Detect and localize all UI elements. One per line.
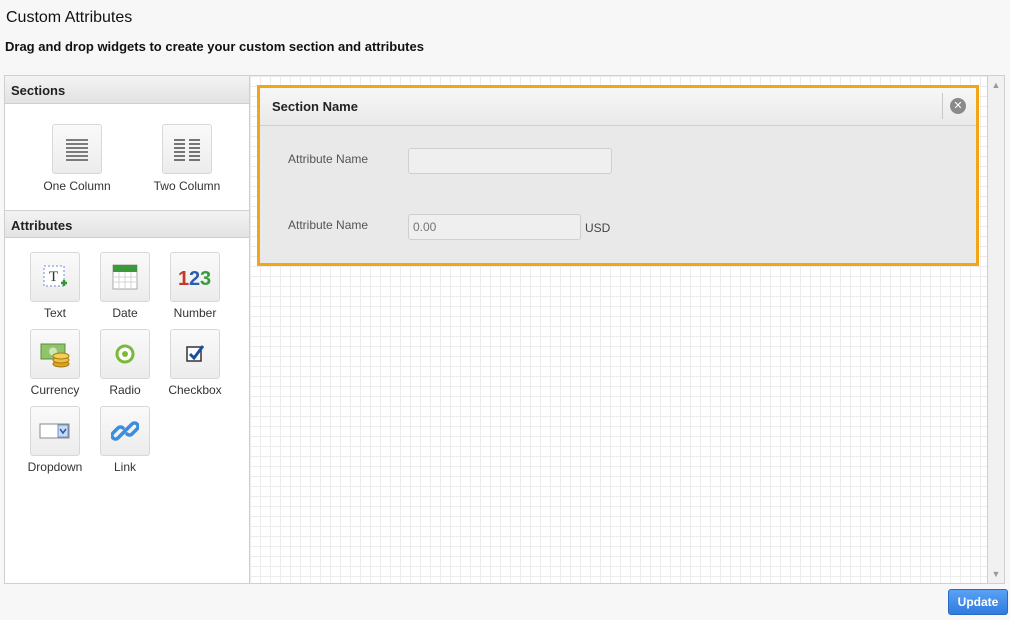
dropdown-widget[interactable]: Dropdown xyxy=(20,406,90,474)
attribute-text-input[interactable] xyxy=(408,148,612,174)
radio-widget[interactable]: Radio xyxy=(90,329,160,397)
currency-unit-label: USD xyxy=(585,221,611,235)
date-label: Date xyxy=(112,306,138,320)
sections-list: One Column Two Column xyxy=(5,104,249,210)
link-widget[interactable]: Link xyxy=(90,406,160,474)
one-column-label: One Column xyxy=(43,179,111,193)
currency-widget[interactable]: Currency xyxy=(20,329,90,397)
attributes-header: Attributes xyxy=(5,210,249,238)
two-column-icon xyxy=(162,124,212,174)
number-widget[interactable]: 1 2 3 Number xyxy=(160,252,230,320)
section-header: Section Name ✕ xyxy=(260,88,976,126)
one-column-widget[interactable]: One Column xyxy=(37,124,117,193)
calendar-icon xyxy=(100,252,150,302)
scroll-up-icon[interactable]: ▲ xyxy=(990,78,1002,92)
svg-text:2: 2 xyxy=(189,268,200,289)
svg-text:1: 1 xyxy=(178,268,189,289)
attribute-label: Attribute Name xyxy=(288,152,369,166)
two-column-widget[interactable]: Two Column xyxy=(147,124,227,193)
date-widget[interactable]: Date xyxy=(90,252,160,320)
page-title: Custom Attributes xyxy=(6,9,133,26)
attribute-label: Attribute Name xyxy=(288,218,369,232)
number-label: Number xyxy=(173,306,217,320)
scroll-down-icon[interactable]: ▼ xyxy=(990,567,1002,581)
dropdown-label: Dropdown xyxy=(27,460,83,474)
number-icon: 1 2 3 xyxy=(170,252,220,302)
widget-palette: Sections One Column Two Column Attribute… xyxy=(4,75,250,584)
link-icon xyxy=(100,406,150,456)
link-label: Link xyxy=(113,460,136,474)
section-name[interactable]: Section Name xyxy=(272,99,358,114)
svg-text:3: 3 xyxy=(200,268,211,289)
text-label: Text xyxy=(43,306,66,320)
page-subtitle: Drag and drop widgets to create your cus… xyxy=(5,39,424,54)
two-column-label: Two Column xyxy=(153,179,221,193)
update-button[interactable]: Update xyxy=(948,589,1008,615)
checkbox-label: Checkbox xyxy=(168,383,222,397)
text-widget[interactable]: T Text xyxy=(20,252,90,320)
attribute-currency-input[interactable] xyxy=(408,214,581,240)
sections-header: Sections xyxy=(5,76,249,104)
attributes-list: T Text Date 1 2 3 Number Currency Radio … xyxy=(5,238,249,488)
canvas-scrollbar[interactable]: ▲ ▼ xyxy=(987,75,1005,584)
one-column-icon xyxy=(52,124,102,174)
checkbox-icon xyxy=(170,329,220,379)
dropdown-icon xyxy=(30,406,80,456)
header-divider xyxy=(942,93,943,119)
radio-label: Radio xyxy=(109,383,141,397)
currency-label: Currency xyxy=(30,383,80,397)
close-icon[interactable]: ✕ xyxy=(950,98,966,114)
checkbox-widget[interactable]: Checkbox xyxy=(160,329,230,397)
radio-icon xyxy=(100,329,150,379)
currency-icon xyxy=(30,329,80,379)
section-card[interactable]: Section Name ✕ Attribute Name Attribute … xyxy=(257,85,979,266)
text-icon: T xyxy=(30,252,80,302)
svg-text:T: T xyxy=(49,269,58,285)
